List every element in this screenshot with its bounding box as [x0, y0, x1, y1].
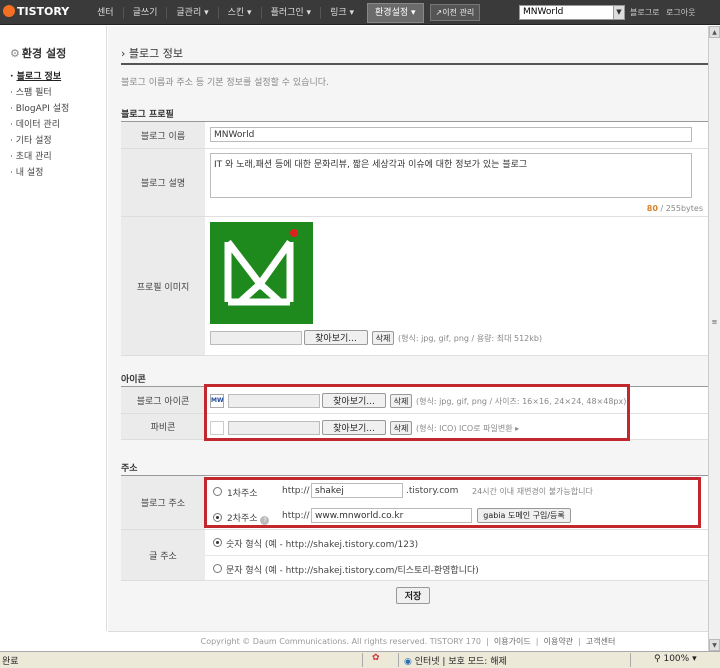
zoom-level[interactable]: ⚲ 100% ▾: [654, 654, 697, 664]
browser-status-bar: 완료 ✿ ◉ 인터넷 | 보호 모드: 해제 ⚲ 100% ▾: [0, 651, 720, 668]
blog-desc-label: 블로그 설명: [121, 149, 205, 217]
post-address-divider: [205, 555, 711, 556]
sidebar: ⚙ 환경 설정 · 블로그 정보 · 스팸 필터 · BlogAPI 설정 · 데…: [0, 26, 107, 631]
nav-posts[interactable]: 글관리 ▾: [166, 6, 217, 19]
title-divider: [121, 63, 711, 65]
scroll-up-icon[interactable]: ▲: [709, 26, 720, 38]
profile-image-browse-button[interactable]: 찾아보기...: [304, 330, 368, 345]
page-title: › 블로그 정보: [121, 47, 184, 60]
mn-logo-icon: [224, 229, 298, 306]
sidebar-item-blog-info[interactable]: · 블로그 정보: [10, 69, 69, 85]
blog-select[interactable]: MNWorld ▼: [519, 5, 625, 20]
address-section-title: 주소: [121, 464, 138, 474]
favicon-label: 파비콘: [121, 414, 205, 440]
nav-settings[interactable]: 환경설정 ▾: [367, 2, 424, 23]
tistory-logo[interactable]: TISTORY: [3, 5, 69, 18]
page-description: 블로그 이름과 주소 등 기본 정보를 설정할 수 있습니다.: [121, 78, 329, 88]
profile-image-cell: 찾아보기... 삭제 (형식: jpg, gif, png / 용량: 최대 5…: [205, 217, 711, 356]
profile-section-title: 블로그 프로필: [121, 110, 174, 120]
vertical-scrollbar[interactable]: ▲ ≡ ▼: [708, 26, 720, 651]
sidebar-item-my-settings[interactable]: · 내 설정: [10, 165, 69, 181]
blog-name-cell: MNWorld: [205, 122, 711, 149]
top-navigation-bar: TISTORY 센터 글쓰기 글관리 ▾ 스킨 ▾ 플러그인 ▾ 링크 ▾ 환경…: [0, 0, 720, 25]
highlight-box-icon: [204, 384, 630, 441]
sidebar-item-blogapi[interactable]: · BlogAPI 설정: [10, 101, 69, 117]
status-separator: [630, 653, 631, 667]
profile-image-note: (형식: jpg, gif, png / 용량: 최대 512kb): [398, 334, 543, 343]
nav-plugin[interactable]: 플러그인 ▾: [260, 6, 321, 19]
sidebar-item-etc[interactable]: · 기타 설정: [10, 133, 69, 149]
security-zone[interactable]: ◉ 인터넷 | 보호 모드: 해제: [404, 654, 507, 667]
numeric-format-radio[interactable]: [213, 538, 222, 547]
nav-skin[interactable]: 스킨 ▾: [217, 6, 261, 19]
status-separator: [398, 653, 399, 667]
footer-link-guide[interactable]: 이용가이드: [494, 637, 531, 646]
chevron-down-icon[interactable]: ▼: [613, 6, 624, 19]
post-address-cell: 숫자 형식 (예 - http://shakej.tistory.com/123…: [205, 530, 711, 581]
status-text: 완료: [2, 657, 19, 667]
icon-section-title: 아이콘: [121, 375, 146, 385]
blog-desc-textarea[interactable]: IT 와 노래,패션 등에 대한 문화리뷰, 짧은 세상각과 이슈에 대한 정보…: [210, 153, 692, 198]
sidebar-item-data[interactable]: · 데이터 관리: [10, 117, 69, 133]
footer-link-terms[interactable]: 이용약관: [544, 637, 573, 646]
profile-image: [210, 222, 313, 324]
footer-link-support[interactable]: 고객센터: [586, 637, 615, 646]
nav-write[interactable]: 글쓰기: [122, 6, 167, 19]
tistory-logo-icon: [3, 5, 15, 17]
text-format-label: 문자 형식 (예 - http://shakej.tistory.com/티스토…: [226, 566, 479, 576]
footer: Copyright © Daum Communications. All rig…: [108, 631, 708, 651]
top-links: 블로그로 로그아웃: [630, 7, 699, 18]
main-content: › 블로그 정보 블로그 이름과 주소 등 기본 정보를 설정할 수 있습니다.…: [108, 26, 711, 631]
nav-center[interactable]: 센터: [88, 7, 123, 19]
prev-admin-button[interactable]: ↗이전 관리: [429, 4, 481, 21]
blog-name-label: 블로그 이름: [121, 122, 205, 149]
highlight-box-address: [204, 477, 701, 528]
sidebar-item-spam-filter[interactable]: · 스팸 필터: [10, 85, 69, 101]
sidebar-item-invite[interactable]: · 초대 관리: [10, 149, 69, 165]
status-separator: [362, 653, 363, 667]
text-format-radio[interactable]: [213, 564, 222, 573]
scroll-thumb[interactable]: ≡: [710, 318, 719, 328]
go-to-blog-link[interactable]: 블로그로: [630, 8, 659, 17]
globe-icon: ◉: [404, 657, 412, 667]
save-button[interactable]: 저장: [396, 587, 430, 604]
blog-desc-cell: IT 와 노래,패션 등에 대한 문화리뷰, 짧은 세상각과 이슈에 대한 정보…: [205, 149, 711, 217]
main-nav: 센터 글쓰기 글관리 ▾ 스킨 ▾ 플러그인 ▾ 링크 ▾ 환경설정 ▾ ↗이전…: [88, 0, 481, 25]
sidebar-title: ⚙ 환경 설정: [10, 47, 67, 60]
desc-byte-counter: 80 / 255bytes: [646, 204, 703, 213]
nav-link[interactable]: 링크 ▾: [320, 6, 363, 19]
logout-link[interactable]: 로그아웃: [666, 8, 695, 17]
blog-icon-label: 블로그 아이콘: [121, 387, 205, 414]
numeric-format-label: 숫자 형식 (예 - http://shakej.tistory.com/123…: [226, 540, 419, 550]
blog-address-label: 블로그 주소: [121, 476, 205, 530]
zoom-icon: ⚲: [654, 654, 661, 664]
gear-icon: ⚙: [10, 47, 20, 60]
post-address-label: 글 주소: [121, 530, 205, 581]
security-icon[interactable]: ✿: [372, 653, 380, 663]
profile-image-file-input[interactable]: [210, 331, 302, 345]
profile-image-label: 프로필 이미지: [121, 217, 205, 356]
scroll-down-icon[interactable]: ▼: [709, 639, 720, 651]
sidebar-menu: · 블로그 정보 · 스팸 필터 · BlogAPI 설정 · 데이터 관리 ·…: [10, 69, 69, 181]
blog-name-input[interactable]: MNWorld: [210, 127, 692, 142]
profile-image-delete-button[interactable]: 삭제: [372, 331, 394, 345]
